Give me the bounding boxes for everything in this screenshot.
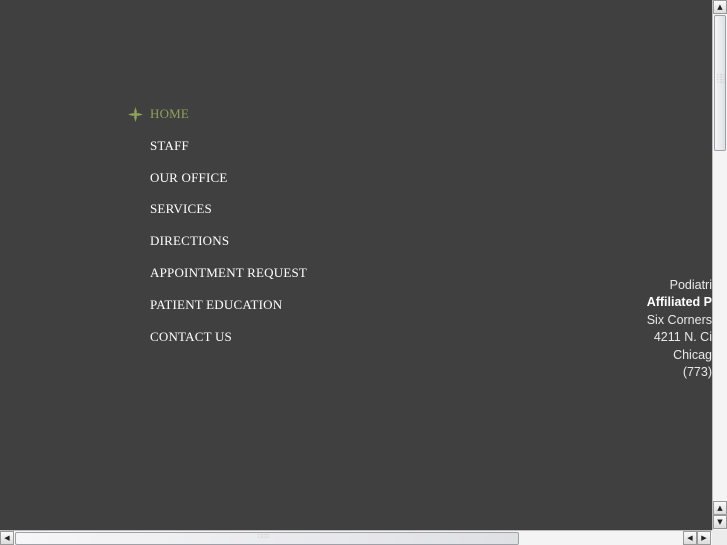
scroll-left-button[interactable]: ◀ [0,531,14,545]
address-line: Six Corners [646,312,712,327]
horizontal-scroll-thumb[interactable]: ∷∷∷ [15,532,519,545]
nav-label: HOME [150,106,190,121]
nav-item-our-office[interactable]: OUR OFFICE [150,170,307,202]
arrow-left-icon: ◀ [4,534,10,542]
nav-item-directions[interactable]: DIRECTIONS [150,233,307,265]
address-line: 4211 N. Ci [653,330,712,345]
scroll-left-button-lower[interactable]: ◀ [683,531,697,545]
nav-label: PATIENT EDUCATION [150,296,283,312]
nav-label: STAFF [150,137,189,153]
nav-label: SERVICES [150,201,212,217]
horizontal-scrollbar[interactable]: ◀ ∷∷∷ ◀ ▶ [0,530,712,545]
cross-flower-icon [128,107,143,122]
main-nav: HOME STAFF OUR OFFICE SERVICES DIRECTION… [128,106,307,361]
scroll-right-button[interactable]: ▶ [697,531,711,545]
nav-item-staff[interactable]: STAFF [150,138,307,170]
address-line: Podiatri [669,278,712,292]
grip-icon: ∷∷ ∷∷ [717,73,725,85]
practice-name: Affiliated P [646,295,712,310]
nav-item-patient-education[interactable]: PATIENT EDUCATION [150,297,307,329]
address-block: Podiatri Affiliated P Six Corners 4211 N… [647,277,712,381]
scrollbar-corner [712,530,727,545]
arrow-up-icon: ▲ [717,3,723,11]
page-viewport: HOME STAFF OUR OFFICE SERVICES DIRECTION… [0,0,712,530]
nav-item-services[interactable]: SERVICES [150,201,307,233]
nav-item-home[interactable]: HOME [128,106,307,138]
grip-icon: ∷∷∷ [258,533,270,540]
nav-item-contact-us[interactable]: CONTACT US [150,329,307,361]
vertical-scrollbar[interactable]: ▲ ∷∷ ∷∷ ▲ ▼ [712,0,727,530]
address-line: Chicag [673,347,712,362]
nav-item-appointment-request[interactable]: APPOINTMENT REQUEST [150,265,307,297]
scroll-up-button[interactable]: ▲ [713,0,727,14]
nav-label: OUR OFFICE [150,169,228,185]
vertical-scroll-thumb[interactable]: ∷∷ ∷∷ [714,15,726,151]
arrow-right-icon: ▶ [701,534,707,542]
phone: (773) [682,365,712,380]
scroll-up-button-lower[interactable]: ▲ [713,501,727,515]
nav-label: DIRECTIONS [150,233,230,249]
arrow-down-icon: ▼ [717,518,723,526]
nav-label: APPOINTMENT REQUEST [150,264,308,280]
arrow-left-icon: ◀ [687,534,693,542]
arrow-up-icon: ▲ [717,504,723,512]
nav-label: CONTACT US [150,328,232,344]
scroll-down-button[interactable]: ▼ [713,515,727,529]
